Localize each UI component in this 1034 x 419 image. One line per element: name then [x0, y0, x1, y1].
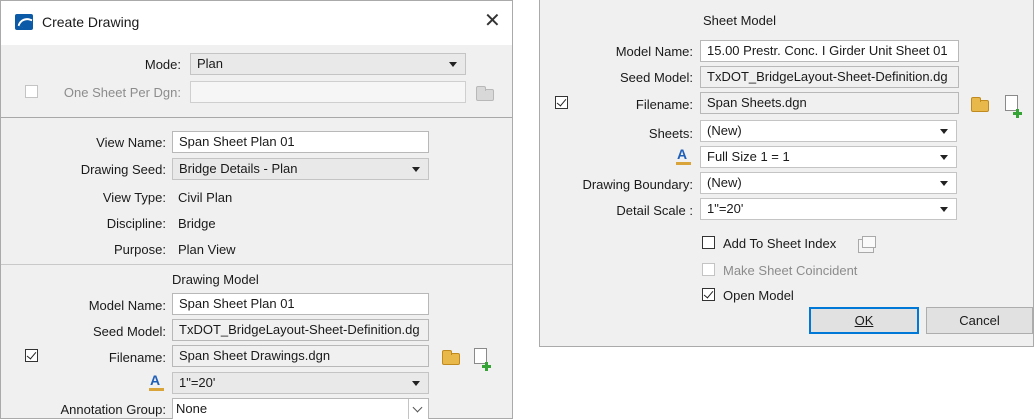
- view-type-value: Civil Plan: [178, 190, 233, 205]
- one-sheet-per-dgn-checkbox[interactable]: [25, 85, 38, 98]
- sheet-filename-field[interactable]: Span Sheets.dgn: [700, 92, 959, 114]
- annotation-group-label: Annotation Group:: [60, 402, 166, 417]
- annotation-scale-dropdown[interactable]: Full Size 1 = 1: [700, 146, 957, 168]
- close-icon[interactable]: ✕: [484, 10, 504, 30]
- filename-checkbox[interactable]: [25, 349, 38, 362]
- purpose-value: Plan View: [178, 242, 236, 257]
- discipline-label: Discipline:: [106, 216, 166, 231]
- microstation-icon: [15, 14, 33, 30]
- view-name-label: View Name:: [96, 135, 166, 150]
- one-sheet-field: [190, 81, 466, 103]
- make-sheet-coincident-label: Make Sheet Coincident: [723, 263, 858, 278]
- open-model-label: Open Model: [723, 288, 794, 303]
- drawing-seed-label: Drawing Seed:: [80, 162, 166, 177]
- mode-dropdown[interactable]: Plan: [190, 53, 466, 75]
- sheet-seed-model-label: Seed Model:: [620, 70, 693, 85]
- sheets-value: (New): [707, 123, 742, 138]
- filename-label: Filename:: [108, 350, 166, 365]
- create-drawing-dialog: Create Drawing ✕ Mode: Plan One Sheet Pe…: [0, 0, 513, 419]
- drawing-model-title: Drawing Model: [172, 272, 259, 287]
- filename-field[interactable]: Span Sheet Drawings.dgn: [172, 345, 429, 367]
- detail-scale-value: 1"=20': [707, 201, 744, 216]
- chevron-down-icon: [412, 167, 420, 172]
- mode-value: Plan: [197, 56, 224, 71]
- section-divider: [1, 117, 512, 118]
- view-name-input[interactable]: Span Sheet Plan 01: [172, 131, 429, 153]
- title-bar: Create Drawing ✕: [1, 1, 512, 45]
- drawing-seed-value: Bridge Details - Plan: [179, 161, 298, 176]
- sheet-seed-model-field[interactable]: TxDOT_BridgeLayout-Sheet-Definition.dg: [700, 66, 959, 88]
- folder-icon[interactable]: [442, 350, 460, 365]
- open-model-checkbox[interactable]: [702, 288, 715, 301]
- sheet-model-name-label: Model Name:: [615, 44, 693, 59]
- make-sheet-coincident-checkbox[interactable]: [702, 263, 715, 276]
- view-type-label: View Type:: [102, 190, 166, 205]
- chevron-down-icon: [940, 207, 948, 212]
- new-file-icon[interactable]: [474, 348, 491, 371]
- chevron-down-icon[interactable]: [408, 399, 428, 419]
- seed-model-field[interactable]: TxDOT_BridgeLayout-Sheet-Definition.dg: [172, 319, 429, 341]
- model-name-label: Model Name:: [88, 298, 166, 313]
- folder-icon[interactable]: [971, 97, 989, 112]
- detail-scale-dropdown[interactable]: 1"=20': [700, 198, 957, 220]
- text-scale-icon: A: [149, 372, 164, 391]
- scale-value: 1"=20': [179, 375, 216, 390]
- purpose-label: Purpose:: [113, 242, 166, 257]
- folder-icon: [476, 86, 494, 101]
- discipline-value: Bridge: [178, 216, 216, 231]
- one-sheet-label: One Sheet Per Dgn:: [63, 85, 181, 100]
- drawing-boundary-label: Drawing Boundary:: [582, 177, 693, 192]
- chevron-down-icon: [940, 129, 948, 134]
- drawing-boundary-value: (New): [707, 175, 742, 190]
- ok-button-label: OK: [854, 313, 874, 328]
- new-file-icon[interactable]: [1005, 95, 1022, 118]
- cancel-button[interactable]: Cancel: [926, 307, 1033, 334]
- chevron-down-icon: [412, 381, 420, 386]
- drawing-seed-dropdown[interactable]: Bridge Details - Plan: [172, 158, 429, 180]
- scale-dropdown[interactable]: 1"=20': [172, 372, 429, 394]
- sheets-dropdown[interactable]: (New): [700, 120, 957, 142]
- detail-scale-label: Detail Scale :: [616, 203, 693, 218]
- drawing-boundary-dropdown[interactable]: (New): [700, 172, 957, 194]
- sheet-model-name-input[interactable]: 15.00 Prestr. Conc. I Girder Unit Sheet …: [700, 40, 959, 62]
- chevron-down-icon: [940, 155, 948, 160]
- chevron-down-icon: [449, 62, 457, 67]
- add-to-sheet-index-label: Add To Sheet Index: [723, 236, 837, 251]
- annotation-group-value: None: [176, 401, 208, 416]
- annotation-scale-value: Full Size 1 = 1: [707, 149, 790, 164]
- dialog-title: Create Drawing: [42, 14, 140, 30]
- add-to-sheet-index-checkbox[interactable]: [702, 236, 715, 249]
- mode-label: Mode:: [144, 57, 181, 72]
- chevron-down-icon: [940, 181, 948, 186]
- seed-model-label: Seed Model:: [93, 324, 166, 339]
- annotation-group-combo[interactable]: None: [172, 398, 429, 419]
- sheet-model-title: Sheet Model: [703, 13, 776, 28]
- cancel-button-label: Cancel: [959, 313, 1000, 328]
- sheet-model-panel: Sheet Model Model Name: 15.00 Prestr. Co…: [539, 0, 1034, 347]
- sheet-filename-label: Filename:: [635, 97, 693, 112]
- sheet-index-icon[interactable]: [858, 236, 876, 253]
- text-scale-icon: A: [676, 146, 691, 165]
- sheets-label: Sheets:: [648, 126, 693, 141]
- section-divider: [1, 264, 512, 265]
- model-name-input[interactable]: Span Sheet Plan 01: [172, 293, 429, 315]
- ok-button[interactable]: OK: [809, 307, 919, 334]
